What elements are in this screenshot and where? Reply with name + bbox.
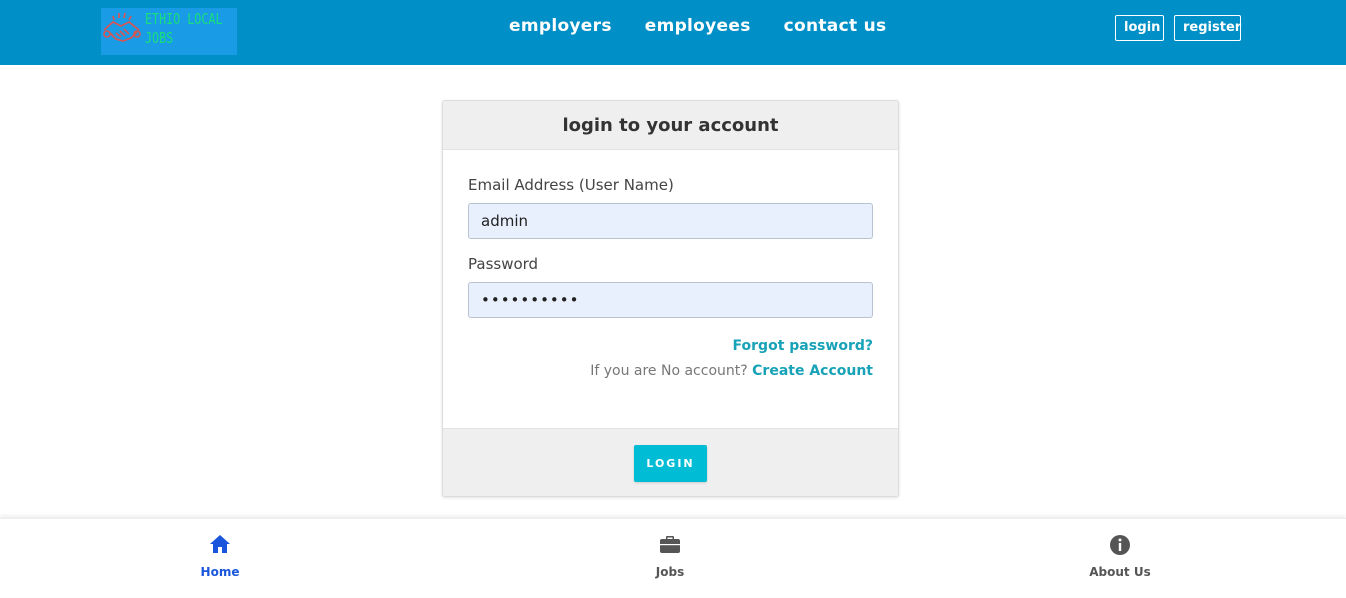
bottom-nav-about-label: About Us — [1089, 565, 1151, 579]
bottom-nav-jobs[interactable]: Jobs — [610, 519, 730, 597]
login-card: login to your account Email Address (Use… — [442, 100, 899, 497]
password-input[interactable] — [468, 282, 873, 318]
logo-text-line1: ETHIO LOCAL — [145, 10, 223, 28]
info-icon — [1110, 535, 1130, 555]
bottom-nav-about[interactable]: About Us — [1060, 519, 1180, 597]
handshake-icon — [103, 12, 141, 42]
top-header: ETHIO LOCAL JOBS employers employees con… — [0, 0, 1346, 65]
login-button[interactable]: LOGIN — [634, 445, 707, 482]
main-nav: employers employees contact us — [509, 16, 886, 36]
password-label: Password — [468, 255, 539, 273]
login-card-header: login to your account — [443, 101, 898, 150]
forgot-password-link[interactable]: Forgot password? — [733, 338, 873, 354]
bottom-nav-jobs-label: Jobs — [655, 565, 685, 579]
briefcase-icon — [660, 536, 680, 553]
nav-employers[interactable]: employers — [509, 16, 612, 36]
email-label: Email Address (User Name) — [468, 176, 674, 194]
login-card-footer: LOGIN — [443, 428, 898, 496]
header-register-button[interactable]: register — [1174, 15, 1241, 41]
home-icon — [210, 535, 230, 553]
bottom-nav-home-label: Home — [200, 565, 240, 579]
bottom-nav-home[interactable]: Home — [160, 519, 280, 597]
no-account-row: If you are No account? Create Account — [590, 363, 873, 379]
login-card-title: login to your account — [562, 115, 779, 136]
header-login-button[interactable]: login — [1115, 15, 1164, 41]
nav-contact-us[interactable]: contact us — [784, 16, 887, 36]
logo-text-line2: JOBS — [145, 29, 174, 47]
email-input[interactable] — [468, 203, 873, 239]
create-account-link[interactable]: Create Account — [752, 363, 873, 379]
nav-employees[interactable]: employees — [645, 16, 751, 36]
no-account-text: If you are No account? — [590, 363, 748, 379]
site-logo[interactable]: ETHIO LOCAL JOBS — [101, 8, 237, 55]
bottom-nav: Home Jobs About Us — [0, 518, 1346, 596]
